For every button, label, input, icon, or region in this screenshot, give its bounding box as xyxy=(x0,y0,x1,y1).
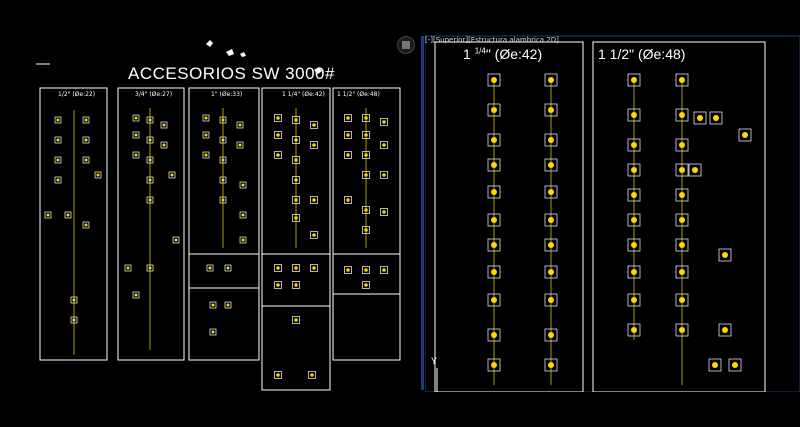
column-frames xyxy=(39,87,401,391)
column-header-one-inch: 1" (Øe:33) xyxy=(211,91,243,98)
axis-y-label: Y xyxy=(431,356,438,366)
ucs-axis-icon xyxy=(436,368,461,393)
viewport-border xyxy=(425,35,800,393)
fitting-symbols xyxy=(44,114,388,379)
viewport-navigation-button[interactable] xyxy=(397,36,415,54)
bottom-blank-area xyxy=(0,392,800,427)
viewport-separator[interactable] xyxy=(421,36,424,390)
column-header-three-quarter-inch: 3/4" (Øe:27) xyxy=(135,91,173,98)
right-header-one-quarter: 1 1/4" (Øe:42) xyxy=(463,46,543,62)
column-header-one-half-inch: 1 1/2" (Øe:48) xyxy=(337,91,380,98)
viewport-label[interactable]: [-][Superior][Estructura alambrica 2D] xyxy=(425,36,559,44)
column-header-one-quarter-inch: 1 1/4" (Øe:42) xyxy=(282,91,325,98)
right-column-frames xyxy=(434,41,766,393)
right-header-one-half: 1 1/2" (Øe:48) xyxy=(598,46,686,62)
right-drawing-viewport[interactable] xyxy=(425,0,800,427)
right-centerlines xyxy=(493,80,683,385)
drawing-title: ACCESORIOS SW 3000# xyxy=(128,64,335,83)
column-header-half-inch: 1/2" (Øe:22) xyxy=(58,91,96,98)
right-fitting-symbols xyxy=(487,73,752,372)
